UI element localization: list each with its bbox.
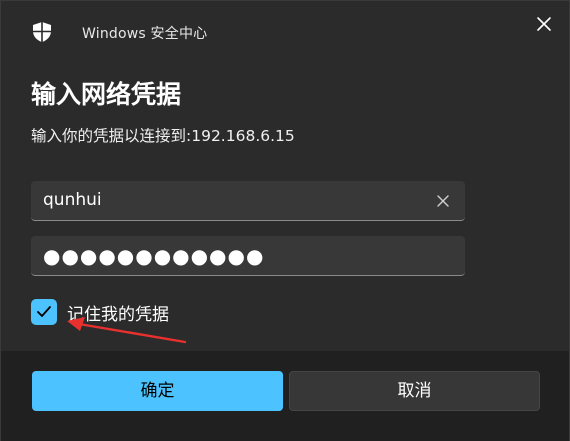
dialog-heading: 输入网络凭据 bbox=[31, 80, 182, 109]
password-field[interactable]: ●●●●●●●●●●●● bbox=[31, 236, 465, 276]
credential-dialog: Windows 安全中心 输入网络凭据 输入你的凭据以连接到:192.168.6… bbox=[0, 0, 570, 441]
ok-button[interactable]: 确定 bbox=[32, 371, 283, 411]
remember-checkbox[interactable] bbox=[31, 299, 57, 325]
password-value: ●●●●●●●●●●●● bbox=[43, 244, 265, 268]
connection-description: 输入你的凭据以连接到:192.168.6.15 bbox=[31, 127, 295, 145]
cancel-button[interactable]: 取消 bbox=[289, 371, 540, 411]
username-field[interactable]: qunhui bbox=[31, 181, 465, 221]
checkmark-icon bbox=[37, 306, 51, 317]
shield-icon bbox=[31, 21, 53, 43]
app-title: Windows 安全中心 bbox=[82, 26, 208, 42]
title-bar: Windows 安全中心 bbox=[1, 1, 569, 63]
annotation-arrow-icon bbox=[67, 317, 187, 344]
button-bar: 确定 取消 bbox=[1, 351, 569, 441]
clear-icon[interactable] bbox=[435, 193, 451, 209]
close-icon[interactable] bbox=[533, 13, 555, 35]
username-value: qunhui bbox=[43, 190, 102, 210]
